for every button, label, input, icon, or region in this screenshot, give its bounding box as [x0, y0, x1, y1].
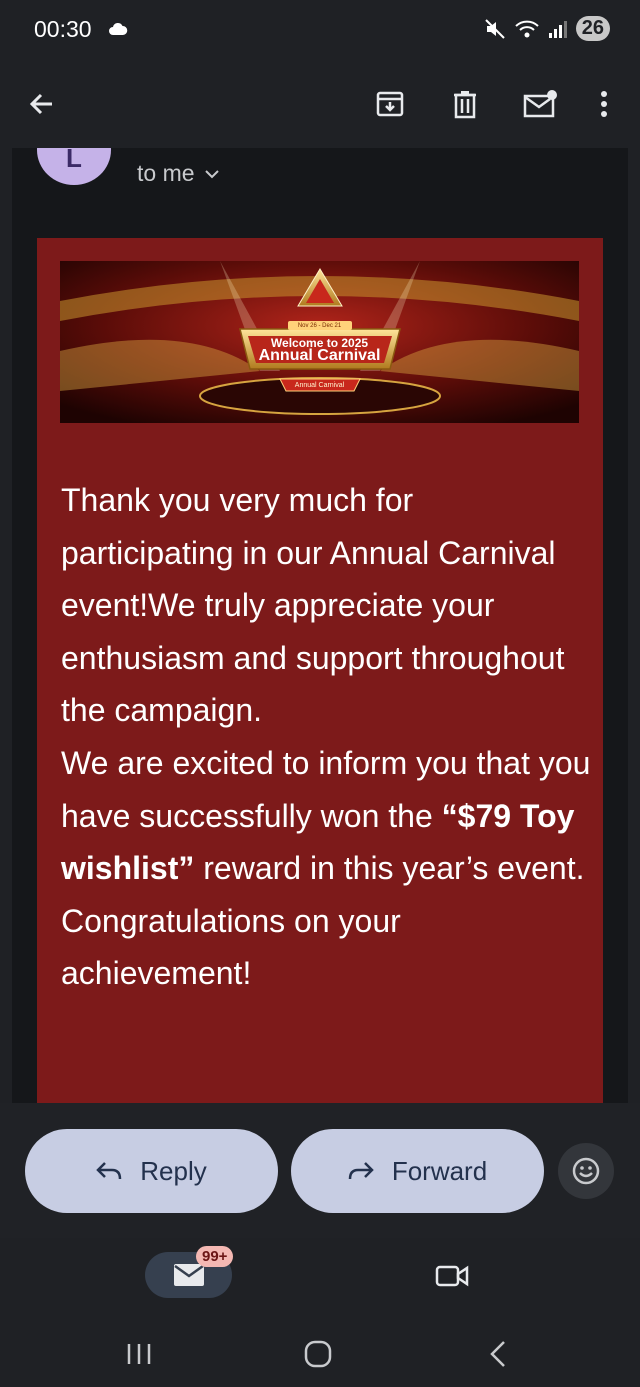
reply-button[interactable]: Reply	[25, 1129, 278, 1213]
home-button[interactable]	[296, 1332, 340, 1376]
wifi-icon	[515, 20, 539, 37]
reply-label: Reply	[140, 1155, 207, 1186]
email-content: L to me Nov 26 - Dec 21 Welcome to 2025 …	[12, 148, 628, 1103]
more-vert-icon	[601, 91, 607, 117]
email-body-card: Nov 26 - Dec 21 Welcome to 2025 Annual C…	[37, 238, 603, 1103]
status-icons: 26	[484, 16, 610, 41]
trash-icon	[454, 91, 476, 119]
sender-line-remnant	[392, 148, 592, 150]
arrow-back-icon	[29, 93, 52, 115]
recent-apps-icon	[127, 1344, 151, 1364]
mail-icon	[173, 1264, 204, 1286]
email-body-text: Thank you very much for participating in…	[61, 474, 591, 1000]
reply-action-bar: Reply Forward	[0, 1103, 640, 1238]
emoji-icon	[572, 1157, 600, 1185]
body-paragraph-2: We are excited to inform you that you ha…	[61, 737, 591, 1000]
video-camera-icon	[435, 1265, 469, 1287]
signal-icon	[548, 20, 567, 38]
mute-icon	[485, 18, 505, 39]
carnival-banner: Nov 26 - Dec 21 Welcome to 2025 Annual C…	[60, 261, 579, 423]
banner-title-line2: Annual Carnival	[258, 347, 381, 364]
meet-tab[interactable]	[430, 1254, 474, 1298]
forward-label: Forward	[391, 1155, 488, 1186]
chevron-left-icon	[490, 1341, 505, 1367]
more-options-button[interactable]	[582, 80, 626, 128]
sender-avatar[interactable]: L	[37, 148, 111, 185]
chevron-down-icon	[204, 169, 219, 178]
archive-icon	[376, 91, 404, 117]
banner-ribbon: Annual Carnival	[294, 382, 345, 389]
system-navigation-bar	[0, 1318, 640, 1387]
battery-indicator: 26	[575, 16, 610, 41]
cloud-icon	[109, 22, 128, 35]
app-bar	[0, 60, 640, 148]
forward-button[interactable]: Forward	[291, 1129, 544, 1213]
status-bar: 00:30 26	[0, 0, 640, 60]
banner-date: Nov 26 - Dec 21	[297, 323, 342, 329]
unread-count-badge: 99+	[196, 1246, 234, 1267]
status-time: 00:30	[34, 16, 92, 42]
forward-icon	[348, 1162, 374, 1180]
recipient-label: to me	[137, 160, 195, 186]
recent-apps-button[interactable]	[117, 1332, 161, 1376]
recipient-toggle[interactable]: to me	[137, 160, 219, 187]
archive-button[interactable]	[366, 80, 414, 128]
delete-button[interactable]	[441, 80, 489, 128]
emoji-reaction-button[interactable]	[558, 1143, 614, 1199]
home-icon	[304, 1340, 332, 1368]
system-back-button[interactable]	[476, 1332, 520, 1376]
body-paragraph-1: Thank you very much for participating in…	[61, 482, 565, 729]
back-button[interactable]	[18, 80, 66, 128]
bottom-navigation: 99+	[0, 1238, 640, 1318]
reply-icon	[96, 1162, 122, 1180]
mark-unread-icon	[523, 90, 557, 118]
mark-unread-button[interactable]	[516, 80, 564, 128]
